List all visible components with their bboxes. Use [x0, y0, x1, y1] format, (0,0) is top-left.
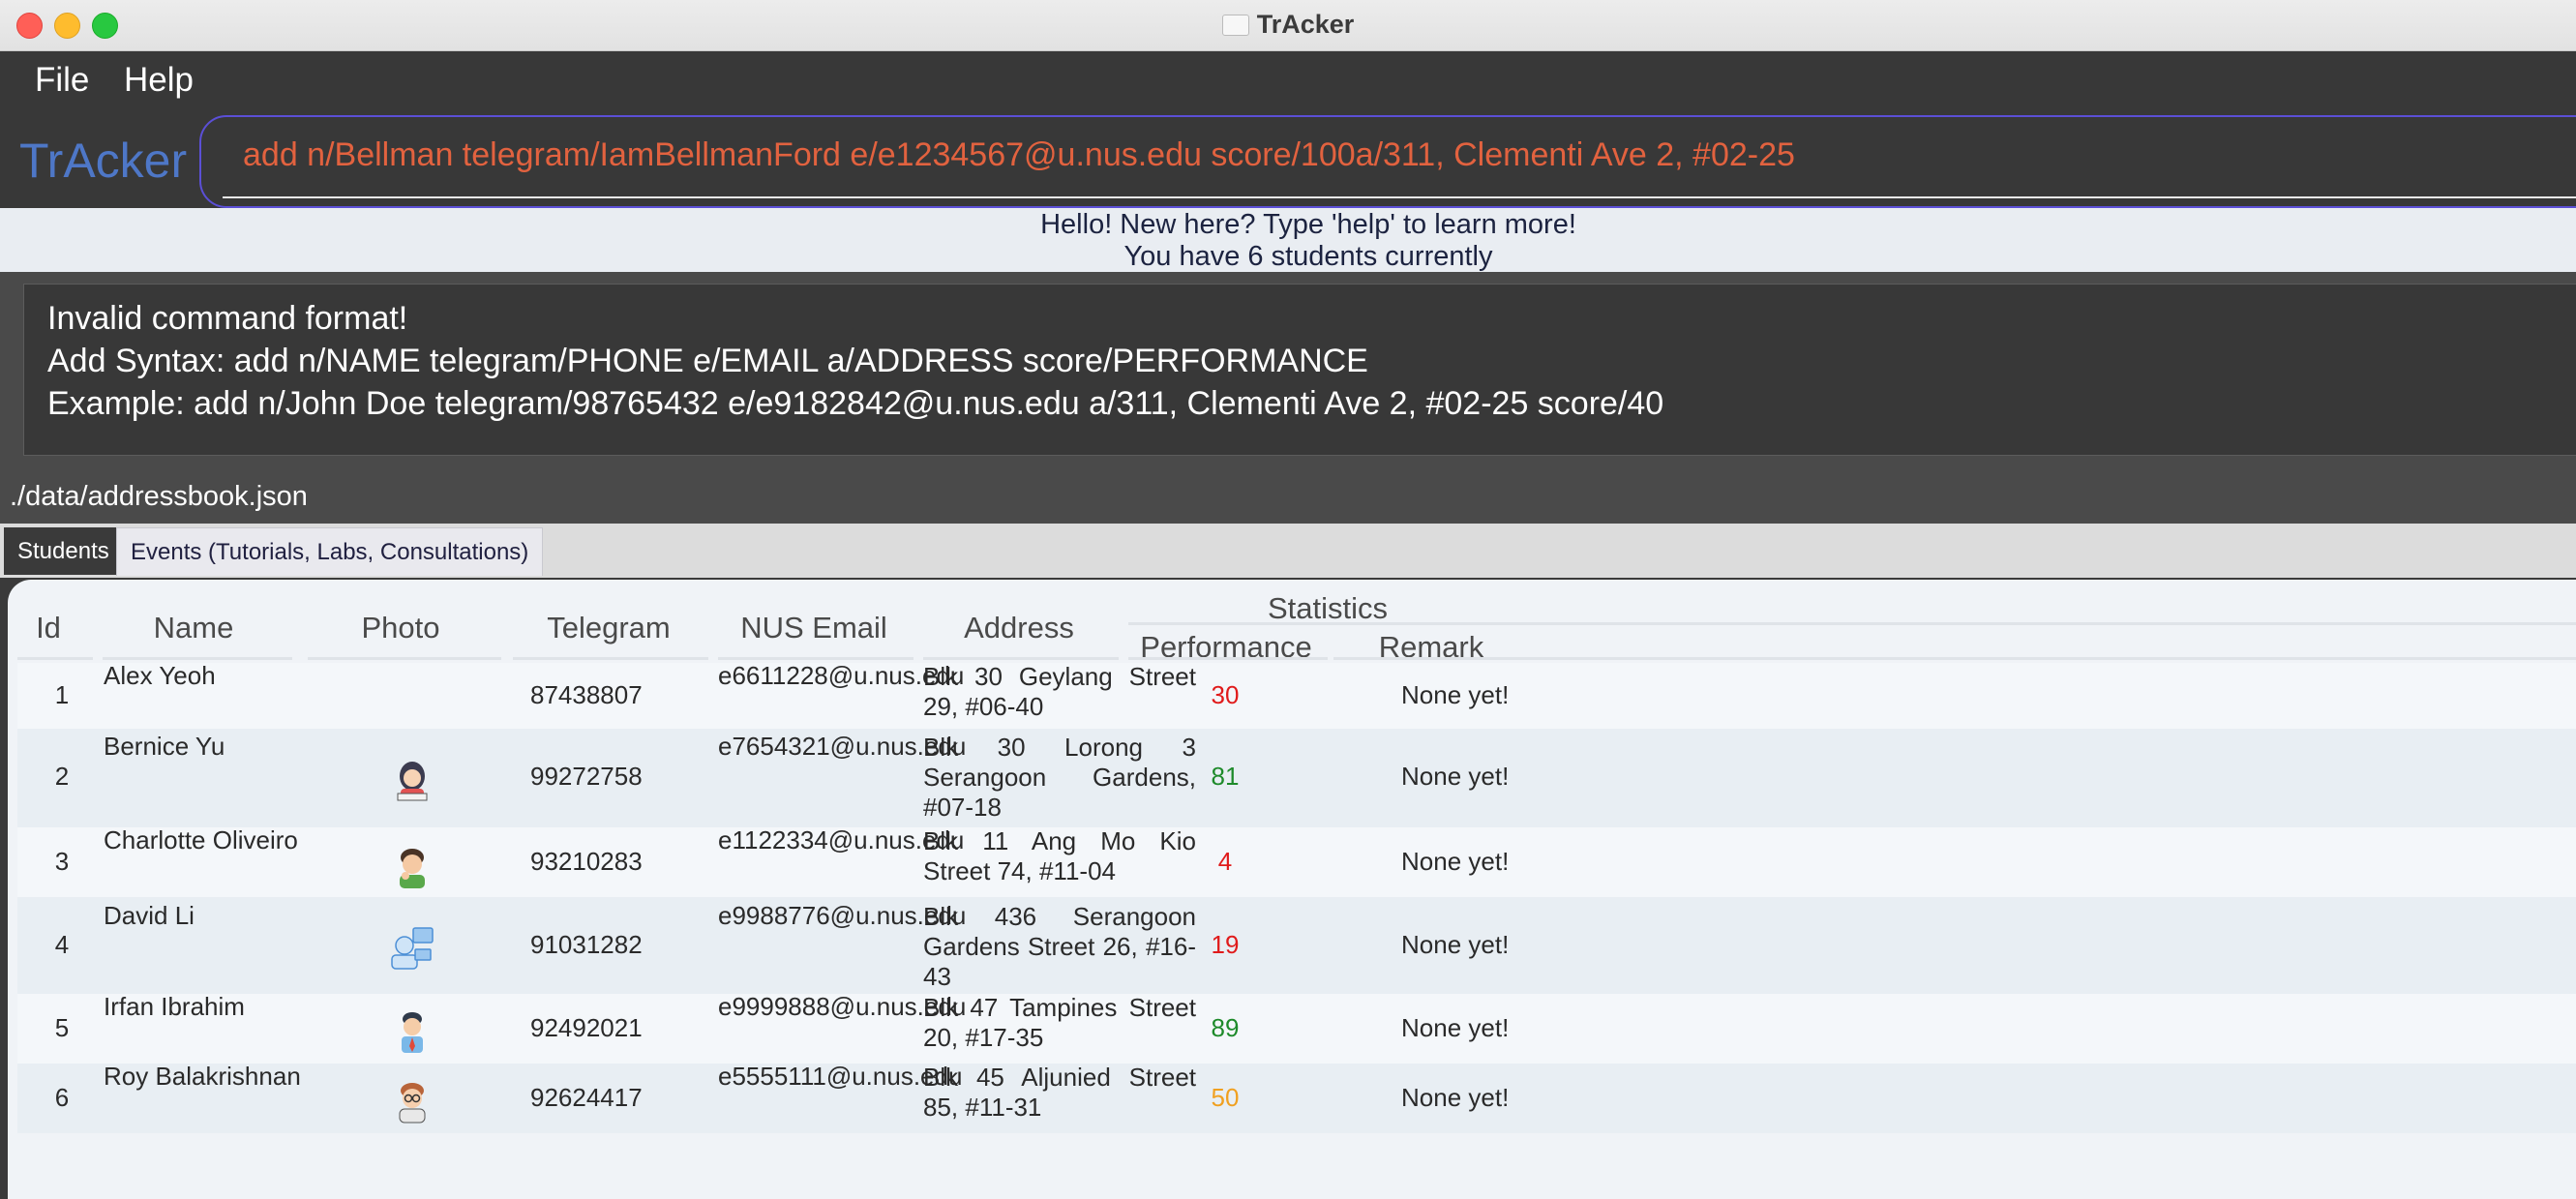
greeting-line-2: You have 6 students currently [1123, 241, 1493, 272]
data-file-path: ./data/addressbook.json [10, 481, 308, 512]
status-bar: ./data/addressbook.json [0, 469, 2576, 524]
header-divider [1333, 657, 2576, 660]
cell-id: 2 [54, 762, 70, 791]
header-divider [103, 657, 292, 660]
header-divider [923, 657, 1119, 660]
result-line-1: Invalid command format! [47, 300, 408, 337]
table-row[interactable]: 3 Charlotte Oliveiro 93210283 e1122334@u… [17, 825, 2576, 897]
header-statistics: Statistics [1267, 591, 1389, 625]
cell-address: Blk 11 Ang Mo Kio Street 74, #11-04 [923, 826, 1196, 885]
cell-id: 1 [54, 680, 70, 709]
girl-reading-avatar-icon [397, 762, 428, 801]
header-name[interactable]: Name [97, 611, 290, 645]
header-telegram[interactable]: Telegram [509, 611, 708, 645]
cell-performance: 81 [1211, 762, 1240, 791]
header-email[interactable]: NUS Email [714, 611, 914, 645]
table-row[interactable]: 2 Bernice Yu 99272758 e7654321@u.nus.edu… [17, 729, 2576, 827]
cell-telegram: 91031282 [530, 930, 643, 959]
header-id[interactable]: Id [10, 611, 87, 645]
cell-address: Blk 45 Aljunied Street 85, #11-31 [923, 1063, 1196, 1122]
result-line-2: Add Syntax: add n/NAME telegram/PHONE e/… [47, 343, 1368, 379]
cell-telegram: 92492021 [530, 1013, 643, 1042]
cell-remark: None yet! [1401, 1083, 1510, 1112]
result-line-3: Example: add n/John Doe telegram/9876543… [47, 385, 1664, 422]
cell-address: Blk 30 Geylang Street 29, #06-40 [923, 662, 1196, 721]
cell-address: Blk 436 Serangoon Gardens Street 26, #16… [923, 902, 1196, 991]
cell-telegram: 99272758 [530, 762, 643, 791]
command-input[interactable]: add n/Bellman telegram/IamBellmanFord e/… [243, 136, 1795, 174]
boy-thinking-avatar-icon [400, 849, 425, 888]
window-title-bar: TrAcker [0, 0, 2576, 51]
cell-id: 3 [54, 847, 70, 876]
window-title-text: TrAcker [1256, 10, 1355, 39]
header-address[interactable]: Address [919, 611, 1119, 645]
table-row[interactable]: 4 David Li 91031282 e9988776@u.nus.edu B… [17, 897, 2576, 994]
cell-telegram: 87438807 [530, 680, 643, 709]
cell-id: 5 [54, 1013, 70, 1042]
tab-bar: Students Events (Tutorials, Labs, Consul… [0, 524, 2576, 578]
cell-name: Alex Yeoh [104, 661, 216, 690]
header-divider [1128, 622, 2576, 625]
command-box[interactable]: add n/Bellman telegram/IamBellmanFord e/… [199, 115, 2576, 208]
tab-events[interactable]: Events (Tutorials, Labs, Consultations) [116, 527, 544, 576]
menu-bar: File Help [0, 51, 2576, 111]
menu-help[interactable]: Help [124, 61, 194, 100]
cell-address: Blk 30 Lorong 3 Serangoon Gardens, #07-1… [923, 733, 1196, 822]
header-divider [17, 657, 93, 660]
cell-address: Blk 47 Tampines Street 20, #17-35 [923, 993, 1196, 1052]
result-display[interactable]: Invalid command format! Add Syntax: add … [23, 284, 2576, 456]
students-panel: Id Name Photo Telegram NUS Email Address… [0, 578, 2576, 1199]
result-pane: Invalid command format! Add Syntax: add … [0, 272, 2576, 469]
cell-name: Charlotte Oliveiro [104, 825, 298, 854]
table-row[interactable]: 6 Roy Balakrishnan 92624417 e5555111@u.n… [17, 1062, 2576, 1133]
cell-name: Roy Balakrishnan [104, 1062, 301, 1091]
students-table[interactable]: Id Name Photo Telegram NUS Email Address… [8, 580, 2576, 1199]
header-divider [308, 657, 501, 660]
app-brand: TrAcker [19, 134, 188, 188]
cell-remark: None yet! [1401, 762, 1510, 791]
tab-students[interactable]: Students [4, 527, 123, 575]
student-avatar-icon [402, 1012, 423, 1053]
header-divider [718, 657, 914, 660]
man-glasses-avatar-icon [399, 1083, 426, 1124]
window-title: TrAcker [0, 0, 2576, 50]
table-row[interactable]: 1 Alex Yeoh 87438807 e6611228@u.nus.edu … [17, 661, 2576, 729]
header-photo[interactable]: Photo [302, 611, 499, 645]
cell-id: 4 [54, 930, 70, 959]
cell-performance: 50 [1211, 1083, 1240, 1112]
person-computer-avatar-icon [391, 927, 434, 970]
cell-name: Irfan Ibrahim [104, 992, 245, 1021]
menu-file[interactable]: File [35, 61, 89, 100]
cell-id: 6 [54, 1083, 70, 1112]
cell-remark: None yet! [1401, 847, 1510, 876]
greeting-panel: Hello! New here? Type 'help' to learn mo… [0, 208, 2576, 272]
cell-remark: None yet! [1401, 1013, 1510, 1042]
cell-telegram: 92624417 [530, 1083, 643, 1112]
cell-performance: 30 [1211, 680, 1240, 709]
header-divider [513, 657, 708, 660]
cell-name: David Li [104, 901, 195, 930]
table-row[interactable]: 5 Irfan Ibrahim 92492021 e9999888@u.nus.… [17, 992, 2576, 1064]
cell-name: Bernice Yu [104, 732, 225, 761]
cell-performance: 89 [1211, 1013, 1240, 1042]
command-underline [223, 196, 2576, 198]
cell-performance: 4 [1217, 847, 1233, 876]
cell-performance: 19 [1211, 930, 1240, 959]
cell-telegram: 93210283 [530, 847, 643, 876]
app-document-icon [1221, 15, 1249, 36]
header-divider [1128, 657, 1328, 660]
cell-remark: None yet! [1401, 680, 1510, 709]
greeting-line-1: Hello! New here? Type 'help' to learn mo… [1040, 209, 1576, 240]
command-row: TrAcker add n/Bellman telegram/IamBellma… [0, 111, 2576, 208]
cell-remark: None yet! [1401, 930, 1510, 959]
